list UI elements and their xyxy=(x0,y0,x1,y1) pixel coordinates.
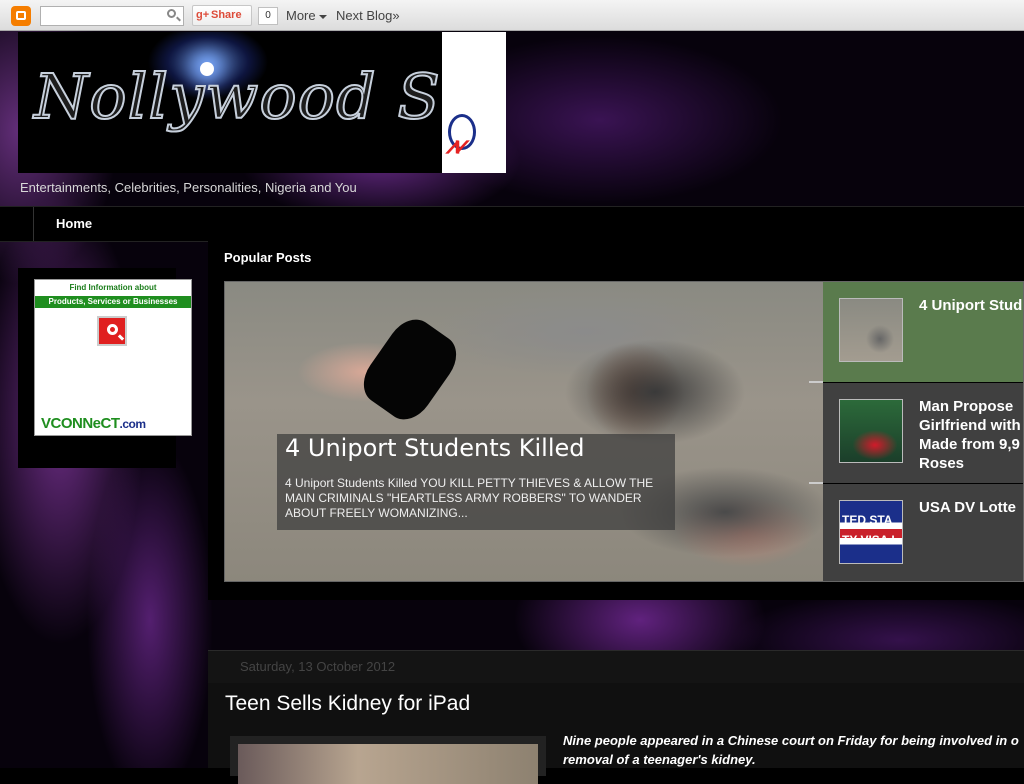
post-thumbnail xyxy=(839,399,903,463)
blog-tagline: Entertainments, Celebrities, Personaliti… xyxy=(20,180,357,195)
popular-post-title: Man Propose Girlfriend with Made from 9,… xyxy=(919,397,1021,473)
popular-post-title-line: Girlfriend with xyxy=(919,417,1021,434)
vconnect-search-button[interactable] xyxy=(97,316,127,346)
tab-home-label: Home xyxy=(56,216,93,231)
caret-down-icon xyxy=(318,14,327,19)
vconnect-brand: VCONNeCT.com xyxy=(41,415,146,432)
blog-post: Saturday, 13 October 2012 Teen Sells Kid… xyxy=(208,650,1024,784)
logo-zigzag-icon: ⩘⩗ xyxy=(446,132,469,159)
thumb-text: TED STA xyxy=(842,513,893,527)
censor-mark xyxy=(354,310,466,429)
popular-post-title: USA DV Lotte xyxy=(919,499,1016,516)
blogger-logo-icon[interactable] xyxy=(11,6,31,26)
featured-post-caption[interactable]: 4 Uniport Students Killed 4 Uniport Stud… xyxy=(277,434,675,530)
popular-posts-widget: Popular Posts 4 Uniport Students Killed … xyxy=(208,240,1024,600)
vconnect-ad-line2: Products, Services or Businesses xyxy=(48,297,178,306)
popular-post-item[interactable]: Man Propose Girlfriend with Made from 9,… xyxy=(809,381,1023,483)
post-thumbnail xyxy=(839,298,903,362)
header-banner[interactable]: Nollywood Spot xyxy=(18,32,442,173)
post-snippet-line: removal of a teenager's kidney. xyxy=(563,752,756,767)
thumb-text: TY VISA L xyxy=(842,533,899,547)
vconnect-brand-com: .com xyxy=(119,417,147,431)
post-snippet-line: Nine people appeared in a Chinese court … xyxy=(563,733,1019,748)
tab-home[interactable]: Home xyxy=(33,207,119,241)
vconnect-brand-v: V xyxy=(41,415,51,432)
popular-post-title-line: Roses xyxy=(919,455,965,472)
share-count: 0 xyxy=(258,7,278,25)
magnifier-icon xyxy=(107,324,118,335)
featured-post-title[interactable]: 4 Uniport Students Killed xyxy=(285,434,585,462)
post-snippet: Nine people appeared in a Chinese court … xyxy=(563,731,1024,769)
search-input[interactable] xyxy=(40,6,184,26)
vconnect-ad[interactable]: Find Information about Products, Service… xyxy=(34,279,192,436)
popular-post-title: 4 Uniport Stud xyxy=(919,297,1023,314)
popular-posts-slider: 4 Uniport Students Killed 4 Uniport Stud… xyxy=(224,281,1024,582)
vconnect-ad-header: Find Information about Products, Service… xyxy=(35,280,191,308)
popular-post-title-line: Man Propose xyxy=(919,398,1014,415)
featured-post-snippet: 4 Uniport Students Killed YOU KILL PETTY… xyxy=(285,476,654,520)
popular-posts-title: Popular Posts xyxy=(224,250,312,265)
vconnect-brand-connect: CONNeCT xyxy=(50,415,121,432)
more-menu[interactable]: More xyxy=(286,8,327,23)
post-title[interactable]: Teen Sells Kidney for iPad xyxy=(225,692,470,716)
site-logo: ⩘⩗ xyxy=(442,32,506,173)
popular-post-item[interactable]: 4 Uniport Stud xyxy=(823,282,1023,382)
vconnect-ad-line1: Find Information about xyxy=(69,283,157,292)
more-label: More xyxy=(286,8,316,23)
item-divider xyxy=(809,381,823,383)
google-plus-icon: g+ xyxy=(196,9,210,21)
popular-post-title-line: Made from 9,9 xyxy=(919,436,1020,453)
page-tabs: Home xyxy=(0,206,1024,242)
popular-post-item[interactable]: TED STA TY VISA L USA DV Lotte xyxy=(809,482,1023,581)
share-label: Share xyxy=(211,9,242,21)
date-header: Saturday, 13 October 2012 xyxy=(208,650,1024,683)
post-date: Saturday, 13 October 2012 xyxy=(240,659,396,674)
next-blog-link[interactable]: Next Blog» xyxy=(336,8,400,23)
post-image xyxy=(238,744,538,784)
sidebar-ad-widget: Find Information about Products, Service… xyxy=(18,268,192,468)
google-plus-share-button[interactable]: g+ Share xyxy=(192,5,252,26)
featured-post-image[interactable]: 4 Uniport Students Killed 4 Uniport Stud… xyxy=(225,282,823,581)
blog-title: Nollywood Spot xyxy=(33,59,442,134)
search-icon[interactable] xyxy=(167,9,176,18)
item-divider xyxy=(809,482,823,484)
post-thumbnail: TED STA TY VISA L xyxy=(839,500,903,564)
post-image-frame xyxy=(230,736,546,784)
blogger-navbar: g+ Share 0 More Next Blog» xyxy=(0,0,1024,31)
